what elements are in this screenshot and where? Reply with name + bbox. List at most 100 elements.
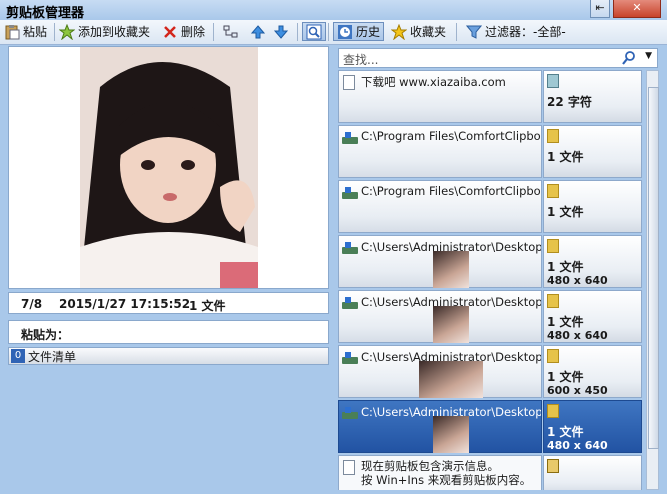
favorites-label: 收藏夹	[410, 25, 447, 39]
filter-button[interactable]: 过滤器： -全部-	[465, 22, 566, 41]
folder-icon	[547, 349, 559, 363]
scrollbar-thumb[interactable]	[648, 87, 659, 449]
toolbar: 粘贴 添加到收藏夹 删除 历史 收藏夹 过滤器： -全部-	[0, 20, 667, 45]
list-item-dimensions: 480 x 640	[547, 439, 608, 452]
folder-icon	[547, 129, 559, 143]
chevron-down-icon[interactable]: ▼	[645, 51, 652, 61]
history-label: 历史	[356, 25, 381, 39]
image-thumbnail	[433, 251, 469, 288]
search-input[interactable]: 查找...	[343, 51, 378, 68]
magnifier-icon	[306, 24, 322, 40]
info-line-1: 现在剪贴板包含演示信息。	[361, 459, 499, 473]
image-thumbnail	[419, 361, 483, 398]
folder-icon	[547, 294, 559, 308]
star-plus-icon	[58, 23, 76, 40]
list-item-dimensions: 480 x 640	[547, 329, 608, 342]
filter-value: -全部-	[533, 25, 566, 39]
list-item-size: 1 文件	[547, 150, 584, 164]
paste-as-bar: 粘贴为：	[8, 320, 329, 344]
preview-image	[80, 47, 258, 288]
paste-as-label: 粘贴为：	[21, 328, 70, 342]
add-favorite-button[interactable]: 添加到收藏夹	[58, 22, 151, 41]
file-drop-icon	[342, 242, 358, 254]
text-file-icon	[343, 75, 355, 90]
list-item[interactable]: C:\Users\Administrator\Desktop\爱须 1 文件 6…	[338, 345, 642, 398]
image-thumbnail	[433, 306, 469, 343]
file-drop-icon	[342, 132, 358, 144]
image-thumbnail	[433, 416, 469, 453]
clipboard-history-list: 下载吧 www.xiazaiba.com 22 字符 C:\Program Fi…	[338, 70, 644, 490]
file-drop-icon	[342, 187, 358, 199]
arrow-up-icon	[250, 24, 266, 40]
delete-button[interactable]: 删除	[162, 22, 205, 41]
item-timestamp: 2015/1/27 17:15:52	[59, 297, 191, 311]
move-down-button[interactable]	[273, 22, 292, 41]
list-item-content: C:\Users\Administrator\Desktop\爱须	[338, 235, 542, 288]
list-item[interactable]: C:\Users\Administrator\Desktop\爱须 1 文件 4…	[338, 290, 642, 343]
list-item[interactable]: C:\Program Files\ComfortClipboard\C 1 文件	[338, 180, 642, 233]
tree-icon	[223, 24, 239, 40]
list-item-text: C:\Program Files\ComfortClipboard\C	[361, 184, 541, 198]
toolbar-separator	[213, 23, 214, 41]
list-item-details: 1 文件 480 x 640	[543, 290, 642, 343]
list-item[interactable]: C:\Program Files\ComfortClipboard\B 1 文件	[338, 125, 642, 178]
document-icon	[547, 74, 559, 88]
list-item[interactable]: 下载吧 www.xiazaiba.com 22 字符	[338, 70, 642, 123]
list-item[interactable]: C:\Users\Administrator\Desktop\爱须 1 文件 4…	[338, 235, 642, 288]
tree-view-button[interactable]	[223, 22, 242, 41]
toolbar-separator	[54, 23, 55, 41]
list-item-details: 22 字符	[543, 70, 642, 123]
close-button[interactable]: ✕	[613, 0, 661, 18]
list-item-details: 1 文件 600 x 450	[543, 345, 642, 398]
info-text: 现在剪贴板包含演示信息。 按 Win+Ins 来观看剪贴板内容。	[361, 459, 531, 487]
paste-button[interactable]: 粘贴	[4, 22, 47, 41]
list-item-content: 下载吧 www.xiazaiba.com	[338, 70, 542, 123]
info-line-2: 按 Win+Ins 来观看剪贴板内容。	[361, 473, 532, 487]
history-tab-button[interactable]: 历史	[333, 22, 385, 41]
window-title: 剪贴板管理器	[6, 6, 85, 21]
list-scrollbar[interactable]	[646, 70, 659, 490]
list-item-info[interactable]: 现在剪贴板包含演示信息。 按 Win+Ins 来观看剪贴板内容。	[338, 455, 642, 490]
list-item-details: 1 文件 480 x 640	[543, 235, 642, 288]
delete-x-icon	[162, 24, 178, 40]
preview-info-bar: 7/8 2015/1/27 17:15:52 1 文件	[8, 292, 329, 314]
star-icon	[390, 23, 408, 40]
list-item-size: 22 字符	[547, 95, 592, 109]
list-item-content: C:\Program Files\ComfortClipboard\C	[338, 180, 542, 233]
list-item-content: C:\Program Files\ComfortClipboard\B	[338, 125, 542, 178]
restore-button[interactable]: ⇤	[590, 0, 610, 18]
search-box[interactable]: 查找... ▼	[338, 48, 658, 68]
paste-label: 粘贴	[23, 25, 48, 39]
file-list-bar[interactable]: 0 文件清单	[8, 347, 329, 365]
add-favorite-label: 添加到收藏夹	[78, 25, 151, 39]
list-item-size: 1 文件	[547, 425, 584, 439]
folder-icon	[547, 239, 559, 253]
list-item-size: 1 文件	[547, 370, 584, 384]
list-item-details: 1 文件 480 x 640	[543, 400, 642, 453]
clipboard-doc-icon	[547, 459, 559, 473]
filter-label: 过滤器：	[485, 25, 534, 39]
preview-toggle-button[interactable]	[302, 22, 326, 41]
file-drop-icon	[342, 407, 358, 419]
list-item-text: 下载吧 www.xiazaiba.com	[361, 75, 506, 89]
arrow-down-icon	[273, 24, 289, 40]
move-up-button[interactable]	[250, 22, 269, 41]
toolbar-separator	[297, 23, 298, 41]
clipboard-icon	[4, 24, 20, 40]
file-drop-icon	[342, 352, 358, 364]
list-item-content: 现在剪贴板包含演示信息。 按 Win+Ins 来观看剪贴板内容。	[338, 455, 542, 490]
item-summary: 1 文件	[189, 299, 226, 313]
list-item-selected[interactable]: C:\Users\Administrator\Desktop\爱须 1 文件 4…	[338, 400, 642, 453]
list-item-content: C:\Users\Administrator\Desktop\爱须	[338, 400, 542, 453]
toolbar-separator	[456, 23, 457, 41]
list-item-content: C:\Users\Administrator\Desktop\爱须	[338, 290, 542, 343]
funnel-icon	[465, 24, 483, 40]
file-drop-icon	[342, 297, 358, 309]
search-icon[interactable]	[621, 50, 637, 69]
list-item-details: 1 文件	[543, 180, 642, 233]
list-item-details: 1 文件	[543, 125, 642, 178]
list-item-size: 1 文件	[547, 260, 584, 274]
favorites-tab-button[interactable]: 收藏夹	[390, 22, 447, 41]
text-file-icon	[343, 460, 355, 475]
list-item-content: C:\Users\Administrator\Desktop\爱须	[338, 345, 542, 398]
